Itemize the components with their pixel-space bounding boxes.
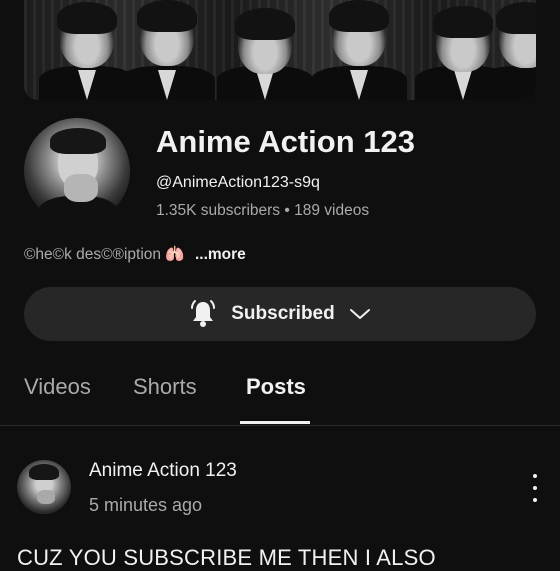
post-timestamp: 5 minutes ago	[89, 495, 203, 515]
post-author-name[interactable]: Anime Action 123	[89, 460, 237, 482]
channel-tabs: Videos Shorts Posts	[0, 366, 560, 426]
banner-person	[217, 0, 313, 100]
tab-shorts[interactable]: Shorts	[133, 374, 197, 400]
chevron-down-icon	[349, 307, 371, 321]
subscribed-label: Subscribed	[231, 303, 335, 324]
bell-ringing-icon	[189, 299, 217, 329]
subscribed-button[interactable]: Subscribed	[24, 287, 536, 341]
lungs-emoji: 🫁	[165, 246, 185, 263]
tab-videos[interactable]: Videos	[24, 374, 91, 400]
active-tab-indicator	[240, 421, 310, 424]
banner-person	[119, 0, 215, 100]
channel-stats: 1.35K subscribers • 189 videos	[156, 202, 370, 219]
channel-avatar[interactable]	[24, 118, 130, 224]
description-text: ©he©k des©®iption	[24, 246, 162, 263]
more-options-icon[interactable]	[527, 474, 543, 502]
post-author-avatar[interactable]	[17, 460, 71, 514]
post-text: CUZ YOU SUBSCRIBE ME THEN I ALSO	[17, 545, 436, 570]
channel-handle: @AnimeAction123-s9q	[156, 174, 320, 191]
tabs-divider	[0, 425, 560, 426]
banner-person	[478, 0, 536, 100]
channel-name: Anime Action 123	[156, 124, 415, 159]
channel-description[interactable]: ©he©k des©®iption 🫁 ...more	[24, 245, 246, 264]
more-link[interactable]: ...more	[195, 246, 246, 263]
banner-person	[311, 0, 407, 100]
tab-posts[interactable]: Posts	[246, 374, 306, 400]
channel-banner	[24, 0, 536, 100]
